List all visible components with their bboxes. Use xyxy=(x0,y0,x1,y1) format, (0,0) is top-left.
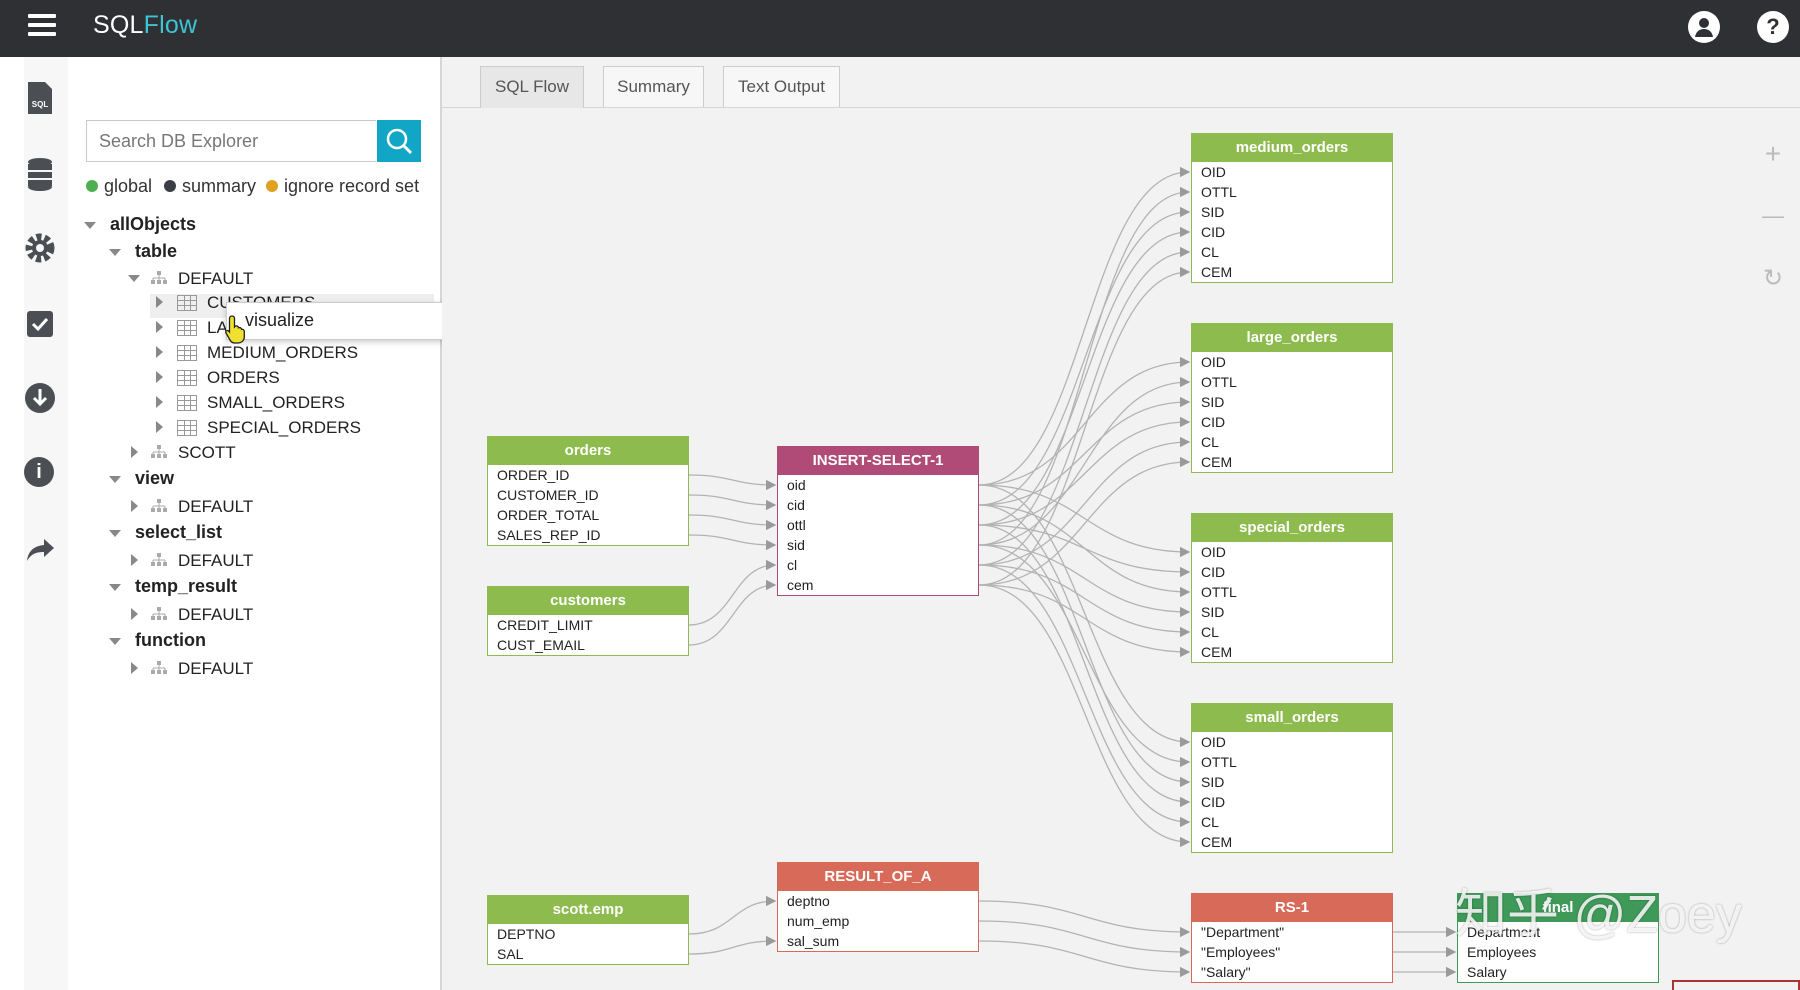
node-field[interactable]: SID xyxy=(1192,202,1392,222)
node-orders[interactable]: orders ORDER_ID CUSTOMER_ID ORDER_TOTAL … xyxy=(487,436,689,546)
node-title: RS-1 xyxy=(1192,894,1392,922)
node-field[interactable]: CID xyxy=(1192,222,1392,242)
node-title: orders xyxy=(488,437,688,465)
node-field[interactable]: SID xyxy=(1192,772,1392,792)
lineage-edge xyxy=(688,935,777,955)
node-field[interactable]: CUSTOMER_ID xyxy=(488,485,688,505)
node-field[interactable]: ORDER_ID xyxy=(488,465,688,485)
lineage-edge xyxy=(688,494,777,511)
node-field[interactable]: SID xyxy=(1192,392,1392,412)
lineage-edge xyxy=(978,524,1191,808)
node-large-orders[interactable]: large_orders OID OTTL SID CID CL CEM xyxy=(1191,323,1393,473)
node-field[interactable]: "Department" xyxy=(1192,922,1392,942)
node-field[interactable]: SALES_REP_ID xyxy=(488,525,688,545)
node-special-orders[interactable]: special_orders OID CID OTTL SID CL CEM xyxy=(1191,513,1393,663)
node-title: special_orders xyxy=(1192,514,1392,542)
node-field[interactable]: Salary xyxy=(1458,962,1658,982)
node-field[interactable]: SAL xyxy=(488,944,688,964)
node-field[interactable]: CEM xyxy=(1192,452,1392,472)
node-rs-1[interactable]: RS-1 "Department" "Employees" "Salary" xyxy=(1191,893,1393,983)
node-title: scott.emp xyxy=(488,896,688,924)
node-field[interactable]: CL xyxy=(1192,812,1392,832)
node-field[interactable]: CL xyxy=(1192,242,1392,262)
lineage-edge xyxy=(978,436,1191,566)
node-field[interactable]: OID xyxy=(1192,542,1392,562)
lineage-edge xyxy=(978,376,1191,546)
node-field[interactable]: ORDER_TOTAL xyxy=(488,505,688,525)
node-field[interactable]: sid xyxy=(778,535,978,555)
node-title: final xyxy=(1458,894,1658,922)
node-title: INSERT-SELECT-1 xyxy=(778,447,978,475)
node-field[interactable]: OTTL xyxy=(1192,752,1392,772)
node-field[interactable]: CUST_EMAIL xyxy=(488,635,688,655)
lineage-edge xyxy=(978,396,1191,506)
lineage-edge xyxy=(978,166,1191,486)
node-title: customers xyxy=(488,587,688,615)
node-field[interactable]: "Employees" xyxy=(1192,942,1392,962)
node-title: RESULT_OF_A xyxy=(778,863,978,891)
lineage-edge xyxy=(978,544,1191,618)
node-field[interactable]: CID xyxy=(1192,792,1392,812)
node-customers[interactable]: customers CREDIT_LIMIT CUST_EMAIL xyxy=(487,586,689,656)
node-field[interactable]: CREDIT_LIMIT xyxy=(488,615,688,635)
node-field[interactable]: cem xyxy=(778,575,978,595)
lineage-edge xyxy=(978,940,1191,978)
node-field[interactable]: OID xyxy=(1192,732,1392,752)
lineage-edge xyxy=(688,895,777,935)
node-scott-emp[interactable]: scott.emp DEPTNO SAL xyxy=(487,895,689,965)
lineage-edge xyxy=(688,534,777,551)
node-field[interactable]: Department xyxy=(1458,922,1658,942)
node-field[interactable]: OID xyxy=(1192,162,1392,182)
node-field[interactable]: CID xyxy=(1192,562,1392,582)
node-field[interactable]: CEM xyxy=(1192,642,1392,662)
node-field[interactable]: sal_sum xyxy=(778,931,978,951)
lineage-edge xyxy=(978,584,1191,848)
node-field[interactable]: OTTL xyxy=(1192,582,1392,602)
lineage-edge xyxy=(978,900,1191,938)
lineage-edge xyxy=(978,186,1191,546)
lineage-edge xyxy=(688,514,777,531)
node-field[interactable]: Employees xyxy=(1458,942,1658,962)
node-field[interactable]: CID xyxy=(1192,412,1392,432)
node-field[interactable]: OTTL xyxy=(1192,182,1392,202)
node-field[interactable]: SID xyxy=(1192,602,1392,622)
node-field[interactable]: OTTL xyxy=(1192,372,1392,392)
node-field[interactable]: cid xyxy=(778,495,978,515)
node-field[interactable]: num_emp xyxy=(778,911,978,931)
lineage-edge xyxy=(978,266,1191,586)
node-small-orders[interactable]: small_orders OID OTTL SID CID CL CEM xyxy=(1191,703,1393,853)
node-field[interactable]: ottl xyxy=(778,515,978,535)
lineage-edge xyxy=(978,504,1191,788)
lineage-edge xyxy=(978,564,1191,638)
node-field[interactable]: "Salary" xyxy=(1192,962,1392,982)
lineage-edge xyxy=(978,920,1191,958)
node-title: small_orders xyxy=(1192,704,1392,732)
node-final[interactable]: final Department Employees Salary xyxy=(1457,893,1659,983)
lineage-edge xyxy=(688,474,777,491)
lineage-edge xyxy=(688,579,777,646)
node-result-of-a[interactable]: RESULT_OF_A deptno num_emp sal_sum xyxy=(777,862,979,952)
node-field[interactable]: OID xyxy=(1192,352,1392,372)
node-field[interactable]: DEPTNO xyxy=(488,924,688,944)
node-field[interactable]: deptno xyxy=(778,891,978,911)
node-field[interactable]: CL xyxy=(1192,622,1392,642)
lineage-edge xyxy=(978,564,1191,828)
node-title: medium_orders xyxy=(1192,134,1392,162)
node-title: large_orders xyxy=(1192,324,1392,352)
node-field[interactable]: CL xyxy=(1192,432,1392,452)
node-field[interactable]: CEM xyxy=(1192,262,1392,282)
node-field[interactable]: cl xyxy=(778,555,978,575)
minimap-frame xyxy=(1672,980,1800,990)
node-medium-orders[interactable]: medium_orders OID OTTL SID CID CL CEM xyxy=(1191,133,1393,283)
lineage-edge xyxy=(978,206,1191,506)
node-field[interactable]: CEM xyxy=(1192,832,1392,852)
node-field[interactable]: oid xyxy=(778,475,978,495)
node-insert-select-1[interactable]: INSERT-SELECT-1 oid cid ottl sid cl cem xyxy=(777,446,979,596)
